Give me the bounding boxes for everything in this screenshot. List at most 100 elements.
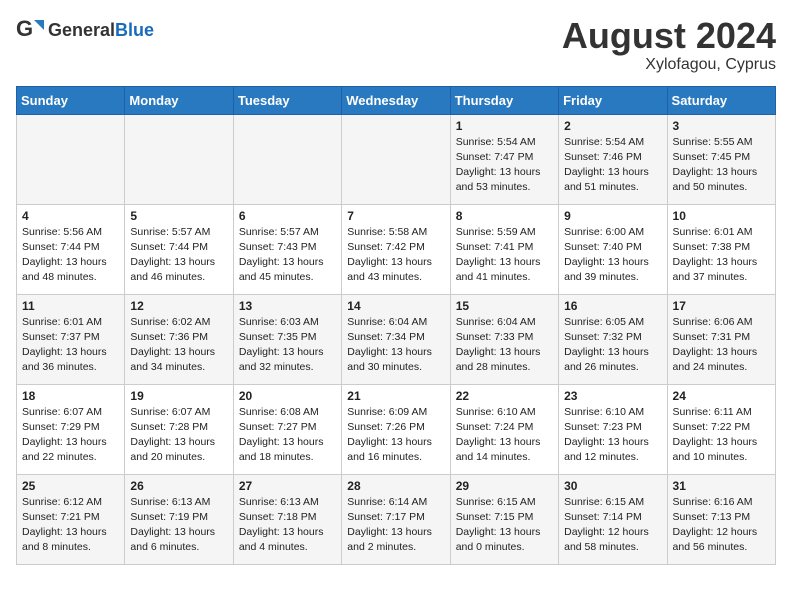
weekday-header: Wednesday [342,86,450,114]
calendar-week-row: 1 Sunrise: 5:54 AMSunset: 7:47 PMDayligh… [17,114,776,204]
day-info: Sunrise: 6:11 AMSunset: 7:22 PMDaylight:… [673,405,770,466]
day-number: 12 [130,299,227,313]
calendar-table: SundayMondayTuesdayWednesdayThursdayFrid… [16,86,776,565]
calendar-day-cell: 9 Sunrise: 6:00 AMSunset: 7:40 PMDayligh… [559,204,667,294]
day-number: 4 [22,209,119,223]
day-info: Sunrise: 6:07 AMSunset: 7:28 PMDaylight:… [130,405,227,466]
calendar-week-row: 18 Sunrise: 6:07 AMSunset: 7:29 PMDaylig… [17,384,776,474]
day-number: 6 [239,209,336,223]
day-number: 24 [673,389,770,403]
weekday-header: Tuesday [233,86,341,114]
day-info: Sunrise: 6:04 AMSunset: 7:34 PMDaylight:… [347,315,444,376]
calendar-day-cell: 24 Sunrise: 6:11 AMSunset: 7:22 PMDaylig… [667,384,775,474]
calendar-day-cell: 29 Sunrise: 6:15 AMSunset: 7:15 PMDaylig… [450,474,558,564]
day-number: 16 [564,299,661,313]
calendar-day-cell [233,114,341,204]
calendar-day-cell: 12 Sunrise: 6:02 AMSunset: 7:36 PMDaylig… [125,294,233,384]
day-info: Sunrise: 6:03 AMSunset: 7:35 PMDaylight:… [239,315,336,376]
calendar-day-cell: 20 Sunrise: 6:08 AMSunset: 7:27 PMDaylig… [233,384,341,474]
calendar-day-cell: 14 Sunrise: 6:04 AMSunset: 7:34 PMDaylig… [342,294,450,384]
day-number: 31 [673,479,770,493]
weekday-header: Saturday [667,86,775,114]
calendar-day-cell [17,114,125,204]
weekday-header-row: SundayMondayTuesdayWednesdayThursdayFrid… [17,86,776,114]
svg-text:G: G [16,16,33,41]
calendar-week-row: 11 Sunrise: 6:01 AMSunset: 7:37 PMDaylig… [17,294,776,384]
day-info: Sunrise: 6:13 AMSunset: 7:19 PMDaylight:… [130,495,227,556]
day-number: 23 [564,389,661,403]
day-info: Sunrise: 5:56 AMSunset: 7:44 PMDaylight:… [22,225,119,286]
logo: G GeneralBlue [16,16,154,44]
calendar-day-cell: 10 Sunrise: 6:01 AMSunset: 7:38 PMDaylig… [667,204,775,294]
day-number: 18 [22,389,119,403]
day-info: Sunrise: 6:05 AMSunset: 7:32 PMDaylight:… [564,315,661,376]
day-info: Sunrise: 5:59 AMSunset: 7:41 PMDaylight:… [456,225,553,286]
page-subtitle: Xylofagou, Cyprus [562,56,776,74]
calendar-day-cell [125,114,233,204]
day-info: Sunrise: 6:06 AMSunset: 7:31 PMDaylight:… [673,315,770,376]
day-info: Sunrise: 6:01 AMSunset: 7:37 PMDaylight:… [22,315,119,376]
calendar-day-cell: 3 Sunrise: 5:55 AMSunset: 7:45 PMDayligh… [667,114,775,204]
title-block: August 2024 Xylofagou, Cyprus [562,16,776,74]
day-info: Sunrise: 5:57 AMSunset: 7:43 PMDaylight:… [239,225,336,286]
day-number: 2 [564,119,661,133]
calendar-day-cell: 18 Sunrise: 6:07 AMSunset: 7:29 PMDaylig… [17,384,125,474]
day-number: 20 [239,389,336,403]
day-info: Sunrise: 6:15 AMSunset: 7:15 PMDaylight:… [456,495,553,556]
day-info: Sunrise: 6:08 AMSunset: 7:27 PMDaylight:… [239,405,336,466]
calendar-day-cell: 17 Sunrise: 6:06 AMSunset: 7:31 PMDaylig… [667,294,775,384]
day-number: 30 [564,479,661,493]
logo-general: General [48,20,115,40]
day-info: Sunrise: 6:00 AMSunset: 7:40 PMDaylight:… [564,225,661,286]
day-number: 29 [456,479,553,493]
calendar-day-cell: 19 Sunrise: 6:07 AMSunset: 7:28 PMDaylig… [125,384,233,474]
day-number: 19 [130,389,227,403]
day-number: 15 [456,299,553,313]
calendar-day-cell: 25 Sunrise: 6:12 AMSunset: 7:21 PMDaylig… [17,474,125,564]
day-number: 8 [456,209,553,223]
logo-icon: G [16,16,44,44]
day-number: 17 [673,299,770,313]
calendar-day-cell: 6 Sunrise: 5:57 AMSunset: 7:43 PMDayligh… [233,204,341,294]
day-number: 5 [130,209,227,223]
day-info: Sunrise: 6:14 AMSunset: 7:17 PMDaylight:… [347,495,444,556]
calendar-day-cell: 1 Sunrise: 5:54 AMSunset: 7:47 PMDayligh… [450,114,558,204]
calendar-week-row: 25 Sunrise: 6:12 AMSunset: 7:21 PMDaylig… [17,474,776,564]
calendar-day-cell: 4 Sunrise: 5:56 AMSunset: 7:44 PMDayligh… [17,204,125,294]
calendar-day-cell: 13 Sunrise: 6:03 AMSunset: 7:35 PMDaylig… [233,294,341,384]
calendar-day-cell [342,114,450,204]
calendar-day-cell: 11 Sunrise: 6:01 AMSunset: 7:37 PMDaylig… [17,294,125,384]
day-info: Sunrise: 5:55 AMSunset: 7:45 PMDaylight:… [673,135,770,196]
weekday-header: Friday [559,86,667,114]
day-info: Sunrise: 6:02 AMSunset: 7:36 PMDaylight:… [130,315,227,376]
calendar-week-row: 4 Sunrise: 5:56 AMSunset: 7:44 PMDayligh… [17,204,776,294]
calendar-day-cell: 26 Sunrise: 6:13 AMSunset: 7:19 PMDaylig… [125,474,233,564]
day-info: Sunrise: 5:57 AMSunset: 7:44 PMDaylight:… [130,225,227,286]
day-number: 27 [239,479,336,493]
day-info: Sunrise: 6:12 AMSunset: 7:21 PMDaylight:… [22,495,119,556]
calendar-day-cell: 5 Sunrise: 5:57 AMSunset: 7:44 PMDayligh… [125,204,233,294]
day-number: 10 [673,209,770,223]
calendar-day-cell: 31 Sunrise: 6:16 AMSunset: 7:13 PMDaylig… [667,474,775,564]
day-number: 1 [456,119,553,133]
day-number: 14 [347,299,444,313]
day-info: Sunrise: 6:16 AMSunset: 7:13 PMDaylight:… [673,495,770,556]
day-info: Sunrise: 6:04 AMSunset: 7:33 PMDaylight:… [456,315,553,376]
page-header: G GeneralBlue August 2024 Xylofagou, Cyp… [16,16,776,74]
calendar-day-cell: 21 Sunrise: 6:09 AMSunset: 7:26 PMDaylig… [342,384,450,474]
calendar-day-cell: 23 Sunrise: 6:10 AMSunset: 7:23 PMDaylig… [559,384,667,474]
day-info: Sunrise: 6:10 AMSunset: 7:24 PMDaylight:… [456,405,553,466]
day-number: 25 [22,479,119,493]
day-info: Sunrise: 6:13 AMSunset: 7:18 PMDaylight:… [239,495,336,556]
day-info: Sunrise: 6:15 AMSunset: 7:14 PMDaylight:… [564,495,661,556]
day-number: 3 [673,119,770,133]
day-number: 7 [347,209,444,223]
day-number: 11 [22,299,119,313]
day-info: Sunrise: 5:54 AMSunset: 7:46 PMDaylight:… [564,135,661,196]
weekday-header: Sunday [17,86,125,114]
day-info: Sunrise: 5:58 AMSunset: 7:42 PMDaylight:… [347,225,444,286]
day-info: Sunrise: 6:07 AMSunset: 7:29 PMDaylight:… [22,405,119,466]
calendar-day-cell: 8 Sunrise: 5:59 AMSunset: 7:41 PMDayligh… [450,204,558,294]
logo-wordmark: GeneralBlue [48,20,154,41]
day-info: Sunrise: 6:10 AMSunset: 7:23 PMDaylight:… [564,405,661,466]
